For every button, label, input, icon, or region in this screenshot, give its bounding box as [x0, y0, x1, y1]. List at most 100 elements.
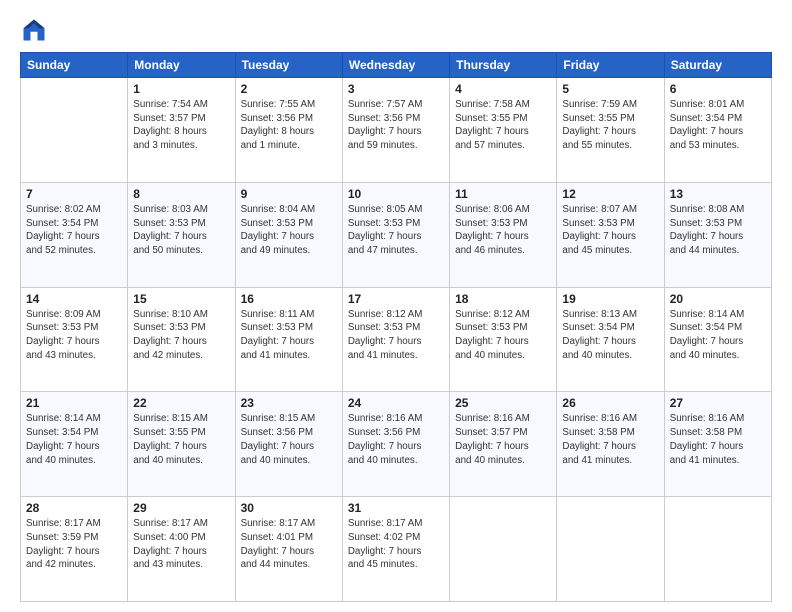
- header-tuesday: Tuesday: [235, 53, 342, 78]
- day-info: Sunrise: 8:17 AM Sunset: 4:01 PM Dayligh…: [241, 517, 337, 572]
- week-row-1: 1Sunrise: 7:54 AM Sunset: 3:57 PM Daylig…: [21, 78, 772, 183]
- day-info: Sunrise: 8:15 AM Sunset: 3:56 PM Dayligh…: [241, 412, 337, 467]
- day-info: Sunrise: 7:59 AM Sunset: 3:55 PM Dayligh…: [562, 98, 658, 153]
- day-number: 26: [562, 396, 658, 410]
- day-number: 2: [241, 82, 337, 96]
- header-monday: Monday: [128, 53, 235, 78]
- header: [20, 16, 772, 44]
- calendar-cell: 9 Sunrise: 8:04 AM Sunset: 3:53 PM Daylig…: [235, 182, 342, 287]
- logo-icon: [20, 16, 48, 44]
- calendar-cell: 21 Sunrise: 8:14 AM Sunset: 3:54 PM Dayli…: [21, 392, 128, 497]
- day-info: Sunrise: 8:12 AM Sunset: 3:53 PM Dayligh…: [455, 308, 551, 363]
- day-info: Sunrise: 8:16 AM Sunset: 3:57 PM Dayligh…: [455, 412, 551, 467]
- day-info: Sunrise: 8:05 AM Sunset: 3:53 PM Dayligh…: [348, 203, 444, 258]
- day-info: Sunrise: 8:10 AM Sunset: 3:53 PM Dayligh…: [133, 308, 229, 363]
- day-info: Sunrise: 8:17 AM Sunset: 3:59 PM Dayligh…: [26, 517, 122, 572]
- calendar-cell: 11 Sunrise: 8:06 AM Sunset: 3:53 PM Dayli…: [450, 182, 557, 287]
- day-info: Sunrise: 7:58 AM Sunset: 3:55 PM Dayligh…: [455, 98, 551, 153]
- calendar-cell: 10 Sunrise: 8:05 AM Sunset: 3:53 PM Dayli…: [342, 182, 449, 287]
- calendar-cell: 3Sunrise: 7:57 AM Sunset: 3:56 PM Daylig…: [342, 78, 449, 183]
- day-info: Sunrise: 8:02 AM Sunset: 3:54 PM Dayligh…: [26, 203, 122, 258]
- day-number: 17: [348, 292, 444, 306]
- day-info: Sunrise: 8:09 AM Sunset: 3:53 PM Dayligh…: [26, 308, 122, 363]
- day-number: 18: [455, 292, 551, 306]
- day-number: 7: [26, 187, 122, 201]
- calendar-cell: 22 Sunrise: 8:15 AM Sunset: 3:55 PM Dayli…: [128, 392, 235, 497]
- day-number: 8: [133, 187, 229, 201]
- calendar-cell: 8 Sunrise: 8:03 AM Sunset: 3:53 PM Daylig…: [128, 182, 235, 287]
- day-number: 31: [348, 501, 444, 515]
- calendar-table: SundayMondayTuesdayWednesdayThursdayFrid…: [20, 52, 772, 602]
- calendar-cell: 20 Sunrise: 8:14 AM Sunset: 3:54 PM Dayli…: [664, 287, 771, 392]
- calendar-cell: 23 Sunrise: 8:15 AM Sunset: 3:56 PM Dayli…: [235, 392, 342, 497]
- calendar-cell: 15 Sunrise: 8:10 AM Sunset: 3:53 PM Dayli…: [128, 287, 235, 392]
- calendar-cell: 2Sunrise: 7:55 AM Sunset: 3:56 PM Daylig…: [235, 78, 342, 183]
- calendar-cell: 31Sunrise: 8:17 AM Sunset: 4:02 PM Dayli…: [342, 497, 449, 602]
- header-sunday: Sunday: [21, 53, 128, 78]
- calendar-cell: 1Sunrise: 7:54 AM Sunset: 3:57 PM Daylig…: [128, 78, 235, 183]
- day-number: 13: [670, 187, 766, 201]
- calendar-header-row: SundayMondayTuesdayWednesdayThursdayFrid…: [21, 53, 772, 78]
- day-number: 6: [670, 82, 766, 96]
- calendar-cell: 19 Sunrise: 8:13 AM Sunset: 3:54 PM Dayli…: [557, 287, 664, 392]
- day-info: Sunrise: 8:03 AM Sunset: 3:53 PM Dayligh…: [133, 203, 229, 258]
- calendar-cell: 6 Sunrise: 8:01 AM Sunset: 3:54 PM Daylig…: [664, 78, 771, 183]
- calendar-cell: 24 Sunrise: 8:16 AM Sunset: 3:56 PM Dayli…: [342, 392, 449, 497]
- page: SundayMondayTuesdayWednesdayThursdayFrid…: [0, 0, 792, 612]
- day-number: 23: [241, 396, 337, 410]
- calendar-cell: 28Sunrise: 8:17 AM Sunset: 3:59 PM Dayli…: [21, 497, 128, 602]
- calendar-cell: [664, 497, 771, 602]
- day-number: 15: [133, 292, 229, 306]
- day-info: Sunrise: 8:07 AM Sunset: 3:53 PM Dayligh…: [562, 203, 658, 258]
- day-info: Sunrise: 8:08 AM Sunset: 3:53 PM Dayligh…: [670, 203, 766, 258]
- day-info: Sunrise: 8:14 AM Sunset: 3:54 PM Dayligh…: [670, 308, 766, 363]
- day-info: Sunrise: 8:12 AM Sunset: 3:53 PM Dayligh…: [348, 308, 444, 363]
- day-number: 22: [133, 396, 229, 410]
- day-info: Sunrise: 8:06 AM Sunset: 3:53 PM Dayligh…: [455, 203, 551, 258]
- day-number: 9: [241, 187, 337, 201]
- day-number: 21: [26, 396, 122, 410]
- day-info: Sunrise: 8:04 AM Sunset: 3:53 PM Dayligh…: [241, 203, 337, 258]
- day-number: 19: [562, 292, 658, 306]
- calendar-cell: 14 Sunrise: 8:09 AM Sunset: 3:53 PM Dayli…: [21, 287, 128, 392]
- calendar-cell: [21, 78, 128, 183]
- week-row-2: 7 Sunrise: 8:02 AM Sunset: 3:54 PM Daylig…: [21, 182, 772, 287]
- day-info: Sunrise: 8:16 AM Sunset: 3:56 PM Dayligh…: [348, 412, 444, 467]
- header-friday: Friday: [557, 53, 664, 78]
- day-info: Sunrise: 8:15 AM Sunset: 3:55 PM Dayligh…: [133, 412, 229, 467]
- day-number: 30: [241, 501, 337, 515]
- day-number: 14: [26, 292, 122, 306]
- calendar-cell: 16 Sunrise: 8:11 AM Sunset: 3:53 PM Dayli…: [235, 287, 342, 392]
- day-info: Sunrise: 8:13 AM Sunset: 3:54 PM Dayligh…: [562, 308, 658, 363]
- day-info: Sunrise: 8:14 AM Sunset: 3:54 PM Dayligh…: [26, 412, 122, 467]
- calendar-cell: 12 Sunrise: 8:07 AM Sunset: 3:53 PM Dayli…: [557, 182, 664, 287]
- day-number: 11: [455, 187, 551, 201]
- calendar-cell: 5 Sunrise: 7:59 AM Sunset: 3:55 PM Daylig…: [557, 78, 664, 183]
- calendar-cell: 4 Sunrise: 7:58 AM Sunset: 3:55 PM Daylig…: [450, 78, 557, 183]
- day-info: Sunrise: 8:16 AM Sunset: 3:58 PM Dayligh…: [670, 412, 766, 467]
- day-info: Sunrise: 8:01 AM Sunset: 3:54 PM Dayligh…: [670, 98, 766, 153]
- day-info: Sunrise: 8:17 AM Sunset: 4:00 PM Dayligh…: [133, 517, 229, 572]
- day-number: 5: [562, 82, 658, 96]
- calendar-cell: 25Sunrise: 8:16 AM Sunset: 3:57 PM Dayli…: [450, 392, 557, 497]
- day-info: Sunrise: 8:11 AM Sunset: 3:53 PM Dayligh…: [241, 308, 337, 363]
- calendar-cell: 29Sunrise: 8:17 AM Sunset: 4:00 PM Dayli…: [128, 497, 235, 602]
- week-row-3: 14 Sunrise: 8:09 AM Sunset: 3:53 PM Dayli…: [21, 287, 772, 392]
- week-row-4: 21 Sunrise: 8:14 AM Sunset: 3:54 PM Dayli…: [21, 392, 772, 497]
- day-number: 4: [455, 82, 551, 96]
- day-number: 12: [562, 187, 658, 201]
- day-number: 10: [348, 187, 444, 201]
- day-number: 16: [241, 292, 337, 306]
- header-saturday: Saturday: [664, 53, 771, 78]
- calendar-cell: 18 Sunrise: 8:12 AM Sunset: 3:53 PM Dayli…: [450, 287, 557, 392]
- logo: [20, 16, 52, 44]
- day-number: 24: [348, 396, 444, 410]
- header-wednesday: Wednesday: [342, 53, 449, 78]
- calendar-cell: 13 Sunrise: 8:08 AM Sunset: 3:53 PM Dayli…: [664, 182, 771, 287]
- day-number: 27: [670, 396, 766, 410]
- day-info: Sunrise: 7:54 AM Sunset: 3:57 PM Dayligh…: [133, 98, 229, 153]
- day-info: Sunrise: 7:57 AM Sunset: 3:56 PM Dayligh…: [348, 98, 444, 153]
- day-number: 20: [670, 292, 766, 306]
- calendar-cell: 26Sunrise: 8:16 AM Sunset: 3:58 PM Dayli…: [557, 392, 664, 497]
- header-thursday: Thursday: [450, 53, 557, 78]
